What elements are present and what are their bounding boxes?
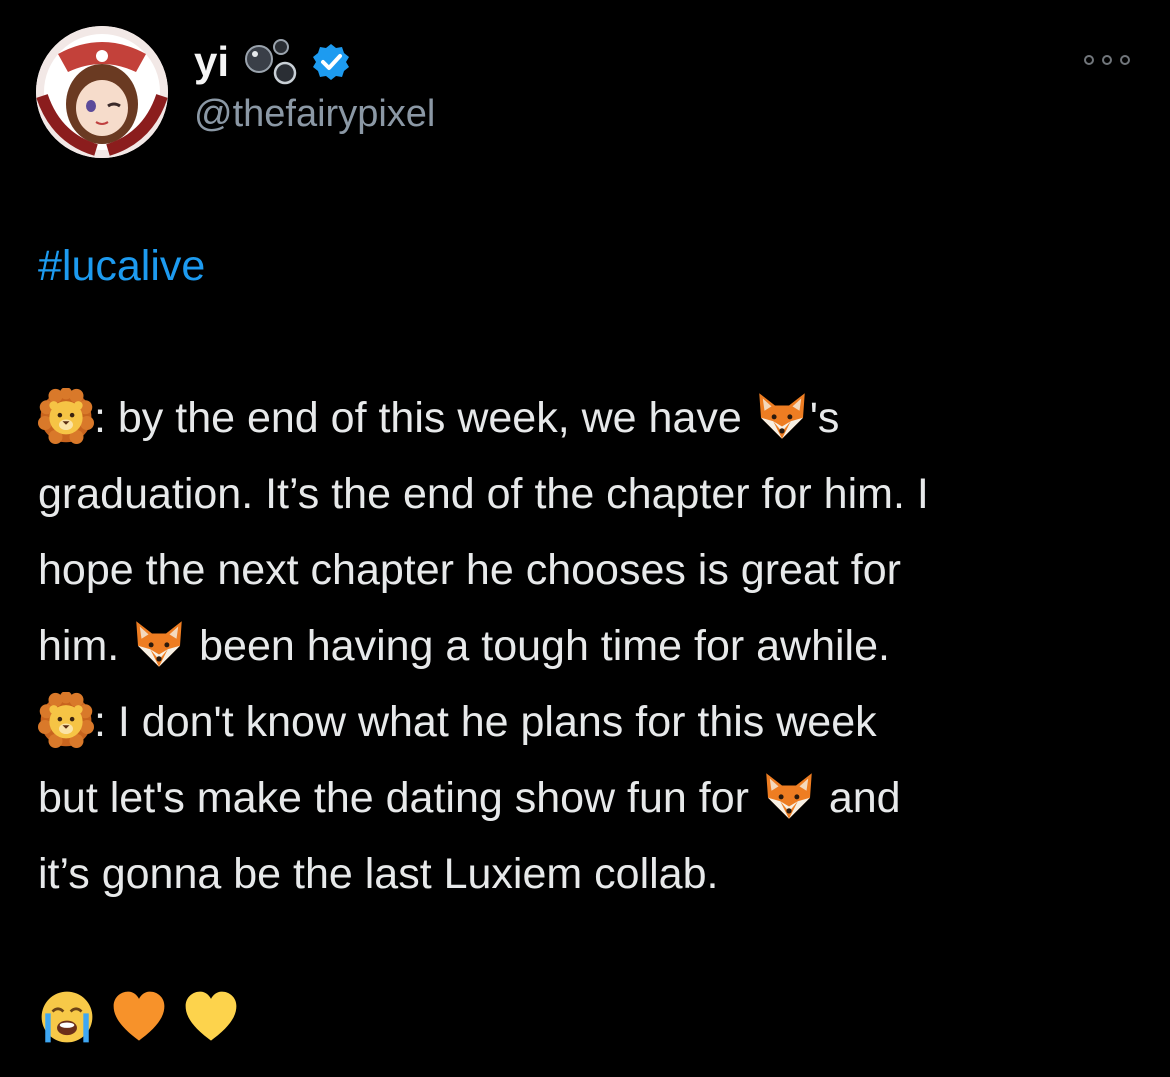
fox-face-emoji [761,768,817,824]
fox-face-emoji [131,616,187,672]
more-options-button[interactable] [1084,52,1130,68]
more-horizontal-icon [1084,55,1094,65]
avatar-image [36,26,168,158]
fox-face-emoji [754,388,810,444]
text-line: : by the end of this week, we have 's [38,380,1138,456]
text-line: : I don't know what he plans for this we… [38,684,1138,760]
lion-face-emoji [38,692,94,748]
emoji-row [38,988,240,1046]
text-line: him. been having a tough time for awhile… [38,608,1138,684]
text-line: hope the next chapter he chooses is grea… [38,546,901,594]
loudly-crying-face-emoji [38,988,96,1046]
display-name[interactable]: yi [194,41,229,83]
avatar[interactable] [36,26,168,158]
text-line: graduation. It’s the end of the chapter … [38,470,929,518]
yellow-heart-emoji [182,988,240,1046]
text-line: but let's make the dating show fun for a… [38,760,1138,836]
handle[interactable]: @thefairypixel [194,92,435,138]
bubbles-icon [243,37,301,87]
text-line: it’s gonna be the last Luxiem collab. [38,850,719,898]
orange-heart-emoji [110,988,168,1046]
lion-face-emoji [38,388,94,444]
hashtag-link[interactable]: #lucalive [38,242,205,290]
verified-badge-icon [311,42,351,82]
tweet-text: #lucalive : by the end of this week, we … [38,228,1138,912]
